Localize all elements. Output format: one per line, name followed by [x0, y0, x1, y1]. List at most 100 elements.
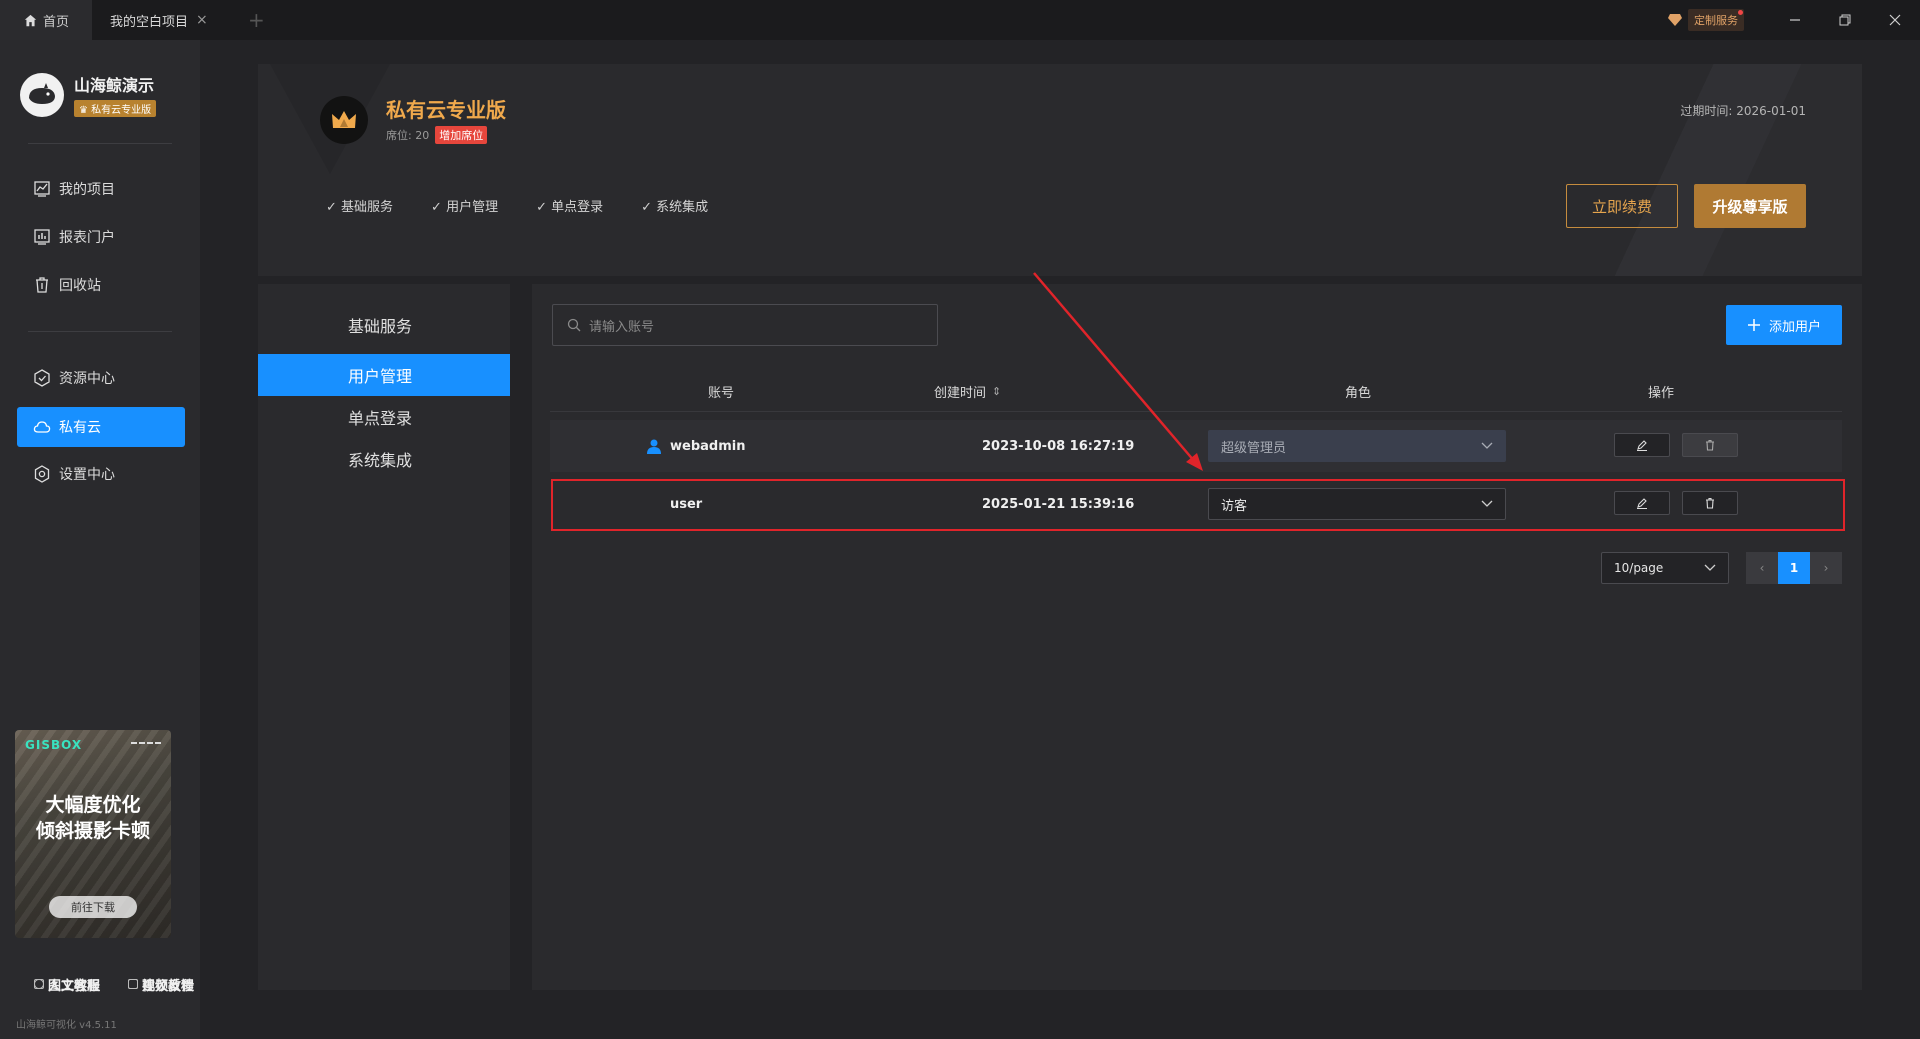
- promo-banner[interactable]: GISBOX 大幅度优化 倾斜摄影卡顿 前往下载: [15, 730, 171, 938]
- add-user-button[interactable]: 添加用户: [1726, 305, 1842, 345]
- tab-project[interactable]: 我的空白项目 ×: [92, 0, 242, 40]
- cloud-icon: [33, 421, 51, 433]
- chart-icon: [34, 181, 50, 197]
- sidebar-item-label: 我的项目: [59, 182, 115, 198]
- title-bar: 首页 我的空白项目 × + 定制服务: [0, 0, 1920, 40]
- sidebar-divider: [28, 143, 172, 144]
- restore-button[interactable]: [1820, 0, 1870, 40]
- plan-badge: ♛ 私有云专业版: [74, 100, 157, 117]
- page-size-value: 10/page: [1614, 561, 1664, 575]
- window-controls: 定制服务: [1668, 0, 1920, 40]
- notification-dot: [1738, 10, 1743, 15]
- sidebar-item-label: 报表门户: [59, 230, 115, 246]
- role-select: 超级管理员: [1208, 430, 1506, 462]
- trash-icon: [36, 277, 48, 293]
- created-time: 2023-10-08 16:27:19: [982, 438, 1135, 454]
- close-icon: [1889, 14, 1901, 26]
- sidebar-item-resource-center[interactable]: 资源中心: [17, 358, 185, 398]
- promo-brand: GISBOX: [25, 738, 83, 752]
- add-tab-icon[interactable]: +: [248, 8, 265, 32]
- feature-item: 基础服务: [326, 196, 393, 215]
- promo-download-button[interactable]: 前往下载: [49, 896, 137, 918]
- feedback-link[interactable]: 建议反馈: [128, 958, 202, 1010]
- minimize-button[interactable]: [1770, 0, 1820, 40]
- page-number[interactable]: 1: [1778, 552, 1810, 584]
- promo-title-line1: 大幅度优化: [45, 794, 141, 816]
- expire-date: 过期时间: 2026-01-01: [1680, 104, 1806, 118]
- close-window-button[interactable]: [1870, 0, 1920, 40]
- table-header: 账号 创建时间 ⇕ 角色 操作: [550, 370, 1842, 412]
- table-row: user 2025-01-21 15:39:16 访客: [550, 478, 1842, 530]
- settings-icon: [34, 465, 50, 483]
- sidebar: 山海鲸演示 ♛ 私有云专业版 我的项目 报表门户 回收站 资源中心 私有云 设置…: [0, 40, 200, 1039]
- sidebar-item-private-cloud[interactable]: 私有云: [17, 407, 185, 447]
- search-input[interactable]: 请输入账号: [552, 304, 938, 346]
- role-value: 超级管理员: [1221, 440, 1287, 456]
- user-management-panel: 请输入账号 添加用户 账号 创建时间 ⇕ 角色 操作 webadmin 2023…: [532, 284, 1862, 990]
- promo-title-line2: 倾斜摄影卡顿: [35, 820, 150, 842]
- prev-page-button[interactable]: ‹: [1746, 552, 1778, 584]
- feature-item: 单点登录: [536, 196, 603, 215]
- brand: 山海鲸演示 ♛ 私有云专业版: [20, 72, 157, 117]
- menu-item-basic-service[interactable]: 基础服务: [258, 304, 510, 346]
- chevron-down-icon: [1481, 500, 1493, 507]
- menu-item-user-management[interactable]: 用户管理: [258, 354, 510, 396]
- sidebar-item-settings-center[interactable]: 设置中心: [17, 454, 185, 494]
- edit-icon: [1637, 498, 1647, 509]
- feature-list: 基础服务 用户管理 单点登录 系统集成: [326, 196, 708, 215]
- resource-icon: [34, 369, 50, 387]
- page-size-select[interactable]: 10/page: [1601, 552, 1729, 584]
- pagination: ‹ 1 ›: [1746, 552, 1842, 584]
- account-name: user: [670, 496, 703, 512]
- close-tab-icon[interactable]: ×: [196, 12, 208, 28]
- delete-button[interactable]: [1682, 491, 1738, 515]
- edit-button[interactable]: [1614, 433, 1670, 457]
- upgrade-button[interactable]: 升级尊享版: [1694, 184, 1806, 228]
- tab-project-label: 我的空白项目: [110, 14, 189, 30]
- sidebar-item-label: 私有云: [59, 420, 101, 436]
- sidebar-item-my-projects[interactable]: 我的项目: [17, 169, 185, 209]
- role-select[interactable]: 访客: [1208, 488, 1506, 520]
- column-actions: 操作: [1648, 385, 1675, 401]
- column-role: 角色: [1345, 385, 1372, 401]
- renew-button[interactable]: 立即续费: [1566, 184, 1678, 228]
- chevron-down-icon: [1481, 442, 1493, 449]
- sidebar-item-recycle-bin[interactable]: 回收站: [17, 265, 185, 305]
- add-seats-button[interactable]: 增加席位: [435, 126, 488, 144]
- tab-home[interactable]: 首页: [0, 0, 92, 40]
- tab-home-label: 首页: [43, 14, 70, 30]
- delete-button[interactable]: [1682, 433, 1738, 457]
- headset-icon: [34, 979, 44, 989]
- trash-icon: [1706, 439, 1714, 451]
- plan-header: 私有云专业版 席位: 20 增加席位 基础服务 用户管理 单点登录 系统集成 过…: [258, 64, 1862, 276]
- plus-icon: [1747, 319, 1760, 331]
- edit-button[interactable]: [1614, 491, 1670, 515]
- column-account: 账号: [708, 385, 735, 401]
- table-row: webadmin 2023-10-08 16:27:19 超级管理员: [550, 420, 1842, 472]
- custom-service-button[interactable]: 定制服务: [1668, 9, 1744, 31]
- plan-title: 私有云专业版: [386, 98, 506, 122]
- diamond-icon: [1668, 14, 1682, 26]
- trash-icon: [1706, 497, 1714, 509]
- next-page-button[interactable]: ›: [1810, 552, 1842, 584]
- menu-item-system-integration[interactable]: 系统集成: [258, 438, 510, 480]
- crown-icon: [320, 96, 368, 144]
- sidebar-item-label: 设置中心: [59, 467, 115, 483]
- sort-icon[interactable]: ⇕: [992, 385, 1001, 398]
- home-icon: [24, 14, 37, 26]
- support-link[interactable]: 人工客服: [34, 958, 108, 1010]
- column-created[interactable]: 创建时间 ⇕: [934, 370, 1001, 412]
- promo-dashes: [131, 742, 161, 744]
- menu-item-sso[interactable]: 单点登录: [258, 396, 510, 438]
- custom-service-label: 定制服务: [1688, 9, 1744, 31]
- account-cell: webadmin: [646, 420, 745, 472]
- edit-icon: [1637, 440, 1647, 451]
- role-value: 访客: [1221, 498, 1248, 514]
- sidebar-item-label: 回收站: [59, 278, 101, 294]
- chevron-down-icon: [1704, 564, 1716, 571]
- account-name: webadmin: [670, 438, 746, 454]
- version-label: 山海鲸可视化 v4.5.11: [16, 1020, 117, 1031]
- add-user-label: 添加用户: [1768, 319, 1821, 335]
- sidebar-item-report-portal[interactable]: 报表门户: [17, 217, 185, 257]
- minimize-icon: [1790, 19, 1800, 21]
